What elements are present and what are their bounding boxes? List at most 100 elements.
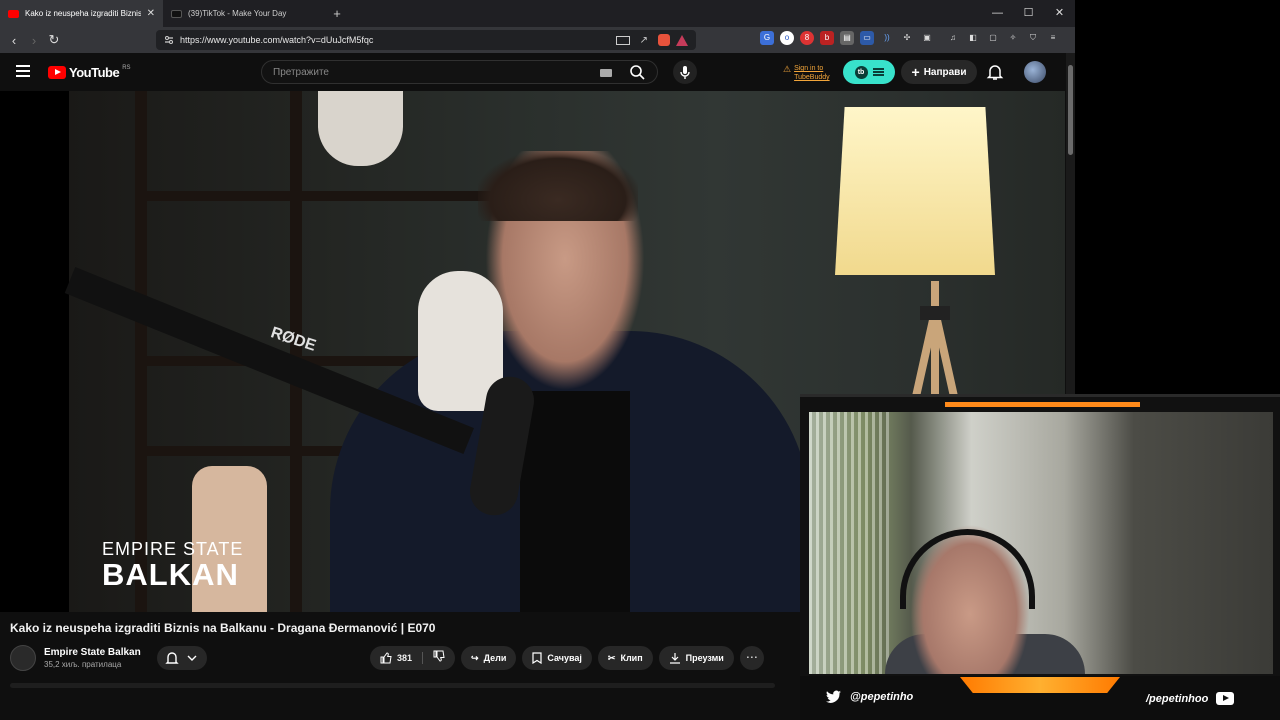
brave-shield-icon[interactable] (658, 34, 670, 46)
tab-title: Kako iz neuspeha izgraditi Biznis (25, 9, 141, 18)
subscription-bell-button[interactable] (157, 646, 207, 670)
extension-icon[interactable]: b (820, 31, 834, 45)
overlay-accent-bar (945, 402, 1140, 407)
list-icon (872, 68, 884, 76)
thumbs-down-icon (433, 650, 445, 662)
twitter-bird-icon (826, 690, 841, 703)
extensions-row: G o 8 b ▤ ▭ )) ✣ ▣ ♫ ◧ ▢ ✧ ⛉ ≡ (760, 31, 1060, 45)
youtube-logo[interactable]: YouTube RS (48, 65, 131, 80)
scissors-icon: ✂ (607, 652, 616, 663)
download-button[interactable]: Преузми (658, 646, 734, 670)
hamburger-menu-icon[interactable] (16, 65, 30, 77)
site-settings-icon[interactable] (164, 35, 174, 45)
channel-name[interactable]: Empire State Balkan (44, 647, 141, 658)
save-button[interactable]: Сачувај (522, 646, 592, 670)
microphone-icon (680, 66, 690, 79)
back-icon[interactable]: ‹ (4, 33, 24, 48)
extension-icon[interactable]: o (780, 31, 794, 45)
create-label: Направи (923, 66, 967, 78)
search-icon (630, 65, 645, 80)
youtube-handle-group: /pepetinhoo (1146, 692, 1235, 705)
tubebuddy-icon: tb (854, 65, 868, 79)
extension-icon[interactable]: )) (880, 31, 894, 45)
overlay-orange-tab (960, 677, 1120, 693)
youtube-icon (1216, 692, 1235, 705)
channel-avatar[interactable] (10, 645, 36, 671)
extension-icon[interactable]: ▣ (920, 31, 934, 45)
minimize-button[interactable]: — (982, 0, 1013, 27)
tab-bar: Kako iz neuspeha izgraditi Biznis ✕ (39)… (0, 0, 1075, 27)
share-page-icon[interactable]: ↗ (640, 35, 648, 46)
share-button[interactable]: ↪ Дели (461, 646, 517, 670)
extension-icon[interactable]: ▭ (860, 31, 874, 45)
url-field[interactable]: https://www.youtube.com/watch?v=dUuJcfM5… (156, 30, 696, 50)
vpn-shield-icon[interactable]: ⛉ (1026, 31, 1040, 45)
thumbs-up-icon (380, 652, 392, 664)
music-icon[interactable]: ♫ (946, 31, 960, 45)
close-window-button[interactable]: ✕ (1044, 0, 1075, 27)
tubebuddy-line1: Sign in to (794, 65, 824, 72)
cast-icon[interactable] (615, 35, 630, 45)
channel-watermark: EMPIRE STATE BALKAN (102, 539, 243, 591)
channel-info: Empire State Balkan 35,2 хиљ. пратилаца (10, 645, 141, 671)
translate-extension-icon[interactable]: G (760, 31, 774, 45)
country-code: RS (122, 65, 131, 71)
url-text: https://www.youtube.com/watch?v=dUuJcfM5… (180, 35, 374, 45)
webcam-overlay: @pepetinho /pepetinhoo (800, 394, 1280, 720)
watermark-line2: BALKAN (102, 557, 239, 592)
warning-icon: ⚠ (783, 64, 792, 74)
reload-icon[interactable]: ↻ (44, 32, 64, 48)
search-button[interactable] (619, 60, 657, 84)
vase (318, 91, 403, 166)
save-label: Сачувај (547, 653, 582, 663)
more-actions-button[interactable]: ⋯ (739, 646, 764, 670)
guest-hair (478, 151, 638, 221)
window-controls: — ☐ ✕ (982, 0, 1075, 27)
keyboard-icon[interactable] (600, 69, 612, 77)
logo-text: YouTube (69, 65, 120, 80)
scrollbar-thumb[interactable] (1068, 65, 1073, 155)
lamp-shade (835, 107, 995, 275)
horizontal-scrollbar[interactable] (10, 683, 775, 688)
maximize-button[interactable]: ☐ (1013, 0, 1044, 27)
tab-youtube[interactable]: Kako iz neuspeha izgraditi Biznis ✕ (0, 0, 163, 27)
subscriber-count: 35,2 хиљ. пратилаца (44, 660, 122, 669)
search-input[interactable]: Претражите (261, 60, 658, 84)
new-tab-button[interactable]: + (327, 6, 347, 21)
brave-rewards-icon[interactable] (676, 34, 688, 46)
tubebuddy-signin-link[interactable]: ⚠ Sign in to TubeBuddy (783, 64, 830, 82)
puzzle-icon[interactable]: ✣ (900, 31, 914, 45)
save-bookmark-icon (532, 652, 542, 664)
like-button[interactable]: 381 (370, 652, 424, 664)
leo-ai-icon[interactable]: ✧ (1006, 31, 1020, 45)
tab-tiktok[interactable]: (39)TikTok - Make Your Day (163, 0, 323, 27)
tubebuddy-menu-button[interactable]: tb (843, 60, 895, 84)
account-avatar[interactable] (1024, 61, 1046, 83)
tab-title: (39)TikTok - Make Your Day (188, 9, 287, 18)
twitter-handle: @pepetinho (850, 690, 914, 703)
voice-search-button[interactable] (673, 60, 697, 84)
extension-icon[interactable]: 8 (800, 31, 814, 45)
forward-icon[interactable]: › (24, 33, 44, 48)
download-label: Преузми (685, 653, 724, 663)
clip-button[interactable]: ✂ Клип (597, 646, 653, 670)
youtube-header: YouTube RS Претражите ⚠ Sign in to TubeBu… (0, 53, 1065, 91)
like-dislike-group: 381 (370, 646, 456, 670)
twitter-handle-group: @pepetinho (826, 690, 913, 703)
create-button[interactable]: + Направи (901, 60, 977, 84)
close-tab-icon[interactable]: ✕ (147, 8, 155, 19)
youtube-handle: /pepetinhoo (1146, 692, 1209, 705)
window-blinds (809, 412, 889, 674)
dislike-button[interactable] (423, 649, 455, 667)
guest-shirt (520, 391, 630, 612)
notifications-bell-icon[interactable] (985, 63, 1005, 81)
extension-icon[interactable]: ▤ (840, 31, 854, 45)
clip-label: Клип (620, 653, 643, 663)
wallet-icon[interactable]: ▢ (986, 31, 1000, 45)
menu-icon[interactable]: ≡ (1046, 31, 1060, 45)
watermark-line1: EMPIRE STATE (102, 539, 244, 559)
plus-icon: + (911, 64, 920, 80)
tiktok-icon (171, 9, 182, 18)
sidebar-icon[interactable]: ◧ (966, 31, 980, 45)
screen: Kako iz neuspeha izgraditi Biznis ✕ (39)… (0, 0, 1280, 720)
